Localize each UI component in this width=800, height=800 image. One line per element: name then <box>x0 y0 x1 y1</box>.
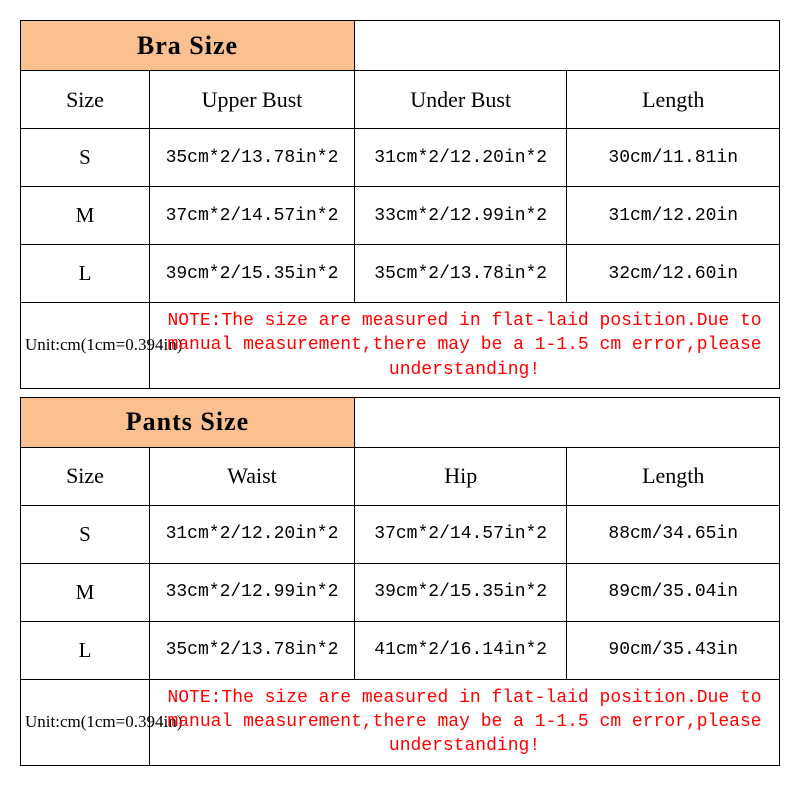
table-note-row: Unit:cm(1cm=0.394in) NOTE:The size are m… <box>21 679 780 765</box>
size-label: S <box>21 129 150 187</box>
pants-title: Pants Size <box>21 397 355 447</box>
table-row: L 35cm*2/13.78in*2 41cm*2/16.14in*2 90cm… <box>21 621 780 679</box>
header-hip: Hip <box>354 447 567 505</box>
data-cell: 31cm*2/12.20in*2 <box>354 129 567 187</box>
bra-title: Bra Size <box>21 21 355 71</box>
data-cell: 32cm/12.60in <box>567 245 780 303</box>
pants-title-blank <box>354 397 779 447</box>
data-cell: 33cm*2/12.99in*2 <box>150 563 355 621</box>
note-cell: NOTE:The size are measured in flat-laid … <box>150 303 780 389</box>
data-cell: 37cm*2/14.57in*2 <box>354 505 567 563</box>
table-header-row: Size Upper Bust Under Bust Length <box>21 71 780 129</box>
data-cell: 31cm*2/12.20in*2 <box>150 505 355 563</box>
table-row: L 39cm*2/15.35in*2 35cm*2/13.78in*2 32cm… <box>21 245 780 303</box>
table-title-row: Pants Size <box>21 397 780 447</box>
note-cell: NOTE:The size are measured in flat-laid … <box>150 679 780 765</box>
data-cell: 35cm*2/13.78in*2 <box>354 245 567 303</box>
data-cell: 41cm*2/16.14in*2 <box>354 621 567 679</box>
table-row: M 37cm*2/14.57in*2 33cm*2/12.99in*2 31cm… <box>21 187 780 245</box>
header-size: Size <box>21 71 150 129</box>
data-cell: 39cm*2/15.35in*2 <box>150 245 355 303</box>
pants-size-table: Pants Size Size Waist Hip Length S 31cm*… <box>20 397 780 766</box>
header-size: Size <box>21 447 150 505</box>
data-cell: 33cm*2/12.99in*2 <box>354 187 567 245</box>
size-label: S <box>21 505 150 563</box>
table-header-row: Size Waist Hip Length <box>21 447 780 505</box>
table-row: M 33cm*2/12.99in*2 39cm*2/15.35in*2 89cm… <box>21 563 780 621</box>
header-upper-bust: Upper Bust <box>150 71 355 129</box>
header-waist: Waist <box>150 447 355 505</box>
data-cell: 35cm*2/13.78in*2 <box>150 621 355 679</box>
data-cell: 35cm*2/13.78in*2 <box>150 129 355 187</box>
data-cell: 30cm/11.81in <box>567 129 780 187</box>
data-cell: 31cm/12.20in <box>567 187 780 245</box>
unit-cell: Unit:cm(1cm=0.394in) <box>21 679 150 765</box>
table-row: S 31cm*2/12.20in*2 37cm*2/14.57in*2 88cm… <box>21 505 780 563</box>
size-label: M <box>21 187 150 245</box>
header-length: Length <box>567 447 780 505</box>
size-label: L <box>21 245 150 303</box>
table-note-row: Unit:cm(1cm=0.394in) NOTE:The size are m… <box>21 303 780 389</box>
bra-size-table: Bra Size Size Upper Bust Under Bust Leng… <box>20 20 780 389</box>
header-length: Length <box>567 71 780 129</box>
unit-cell: Unit:cm(1cm=0.394in) <box>21 303 150 389</box>
bra-title-blank <box>354 21 779 71</box>
size-label: L <box>21 621 150 679</box>
data-cell: 89cm/35.04in <box>567 563 780 621</box>
table-row: S 35cm*2/13.78in*2 31cm*2/12.20in*2 30cm… <box>21 129 780 187</box>
data-cell: 90cm/35.43in <box>567 621 780 679</box>
data-cell: 88cm/34.65in <box>567 505 780 563</box>
header-under-bust: Under Bust <box>354 71 567 129</box>
data-cell: 37cm*2/14.57in*2 <box>150 187 355 245</box>
table-title-row: Bra Size <box>21 21 780 71</box>
size-label: M <box>21 563 150 621</box>
data-cell: 39cm*2/15.35in*2 <box>354 563 567 621</box>
